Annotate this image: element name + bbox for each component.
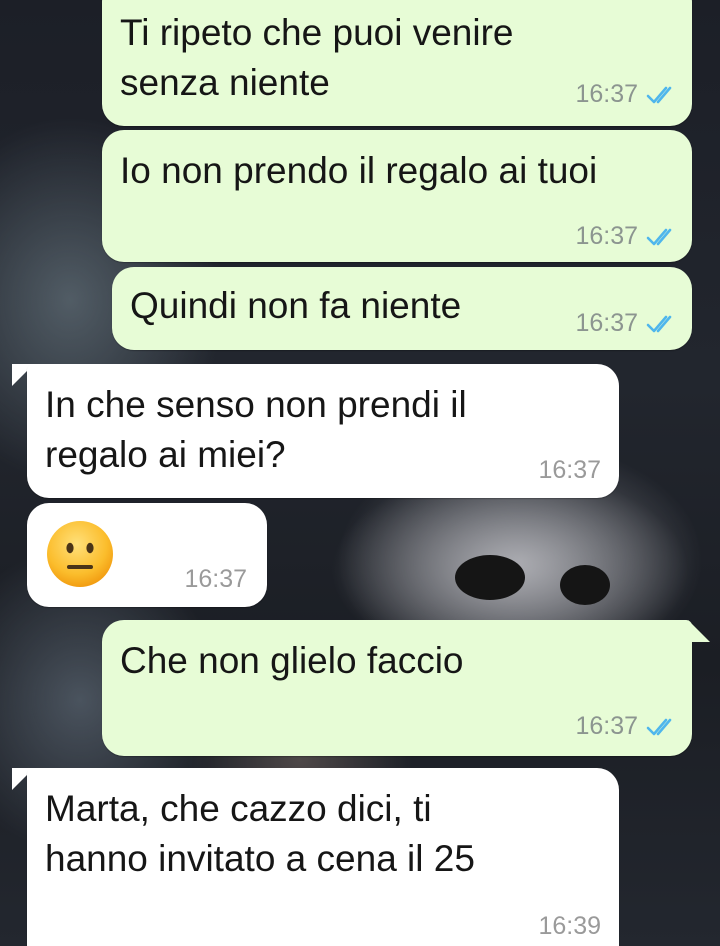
message-timestamp: 16:37 <box>575 712 638 740</box>
wallpaper-nose-shape <box>455 555 525 600</box>
message-timestamp: 16:37 <box>575 222 638 250</box>
message-time: 16:37 <box>184 565 247 594</box>
message-text: Che non glielo faccio <box>120 640 464 681</box>
message-text: Marta, che cazzo dici, ti hanno invitato… <box>45 788 475 879</box>
neutral-face-emoji <box>47 521 113 587</box>
message-timestamp: 16:37 <box>538 456 601 484</box>
bubble-tail <box>688 620 710 642</box>
read-double-check-icon <box>646 315 672 332</box>
message-bubble-outgoing[interactable]: Ti ripeto che puoi venire senza niente 1… <box>102 0 692 126</box>
message-timestamp: 16:37 <box>575 80 638 108</box>
wallpaper-nose-shape-2 <box>560 565 610 605</box>
message-text: Ti ripeto che puoi venire senza niente <box>120 12 514 103</box>
message-text: Io non prendo il regalo ai tuoi <box>120 150 598 191</box>
message-text: Quindi non fa niente <box>130 285 462 326</box>
read-double-check-icon <box>646 86 672 103</box>
message-bubble-incoming[interactable]: Marta, che cazzo dici, ti hanno invitato… <box>27 768 619 946</box>
message-bubble-outgoing[interactable]: Che non glielo faccio 16:37 <box>102 620 692 756</box>
read-double-check-icon <box>646 718 672 735</box>
message-bubble-incoming[interactable]: 16:37 <box>27 503 267 607</box>
message-time: 16:37 <box>538 456 601 485</box>
message-time: 16:39 <box>538 912 601 941</box>
message-time: 16:37 <box>575 712 676 741</box>
message-time: 16:37 <box>575 80 676 109</box>
message-time: 16:37 <box>575 222 676 251</box>
message-bubble-outgoing[interactable]: Io non prendo il regalo ai tuoi 16:37 <box>102 130 692 262</box>
message-timestamp: 16:37 <box>184 565 247 593</box>
message-bubble-outgoing[interactable]: Quindi non fa niente 16:37 <box>112 267 692 350</box>
message-time: 16:37 <box>575 309 676 338</box>
message-timestamp: 16:37 <box>575 309 638 337</box>
message-text: In che senso non prendi il regalo ai mie… <box>45 384 467 475</box>
read-double-check-icon <box>646 228 672 245</box>
message-bubble-incoming[interactable]: In che senso non prendi il regalo ai mie… <box>27 364 619 498</box>
message-timestamp: 16:39 <box>538 912 601 940</box>
